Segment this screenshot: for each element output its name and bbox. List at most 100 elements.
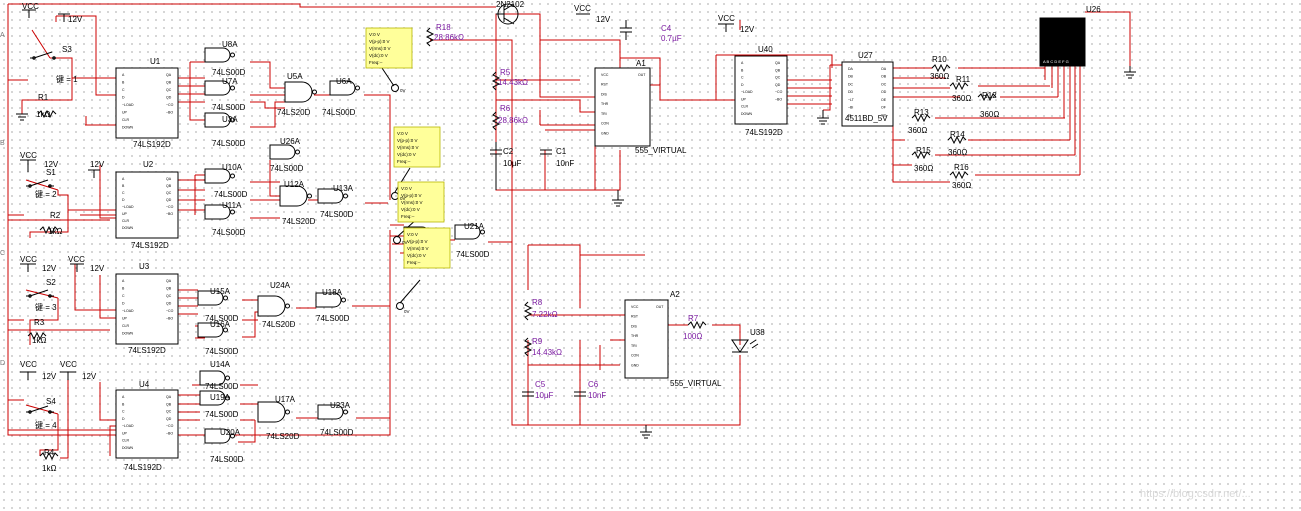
nand-bubble: [230, 52, 235, 58]
label-12v-3: 12V: [42, 264, 57, 273]
nand4-bubble: [312, 89, 317, 95]
label-u3a: U3A: [222, 115, 238, 124]
label-u7a-type: 74LS00D: [212, 103, 246, 112]
sheet-tab-c[interactable]: C: [0, 250, 5, 257]
label-r5: R5: [500, 68, 511, 77]
pin-label: QA: [166, 73, 172, 77]
label-r5-value: 14.43kΩ: [498, 78, 528, 87]
pin-label: ~LOAD: [122, 103, 134, 107]
pin-label: UP: [741, 97, 747, 101]
label-u3-type: 74LS192D: [128, 346, 166, 355]
label-c4: C4: [661, 24, 672, 33]
pin-label: RST: [631, 315, 639, 319]
sheet-tab-d[interactable]: D: [0, 360, 5, 367]
label-r18-value: 28.86kΩ: [434, 33, 464, 42]
nand-bubble: [295, 149, 300, 155]
probe-reading: V(dc):0 V: [407, 253, 426, 258]
label-12v-2: 12V: [44, 160, 59, 169]
probe-reading: V:0 V: [369, 32, 380, 37]
label-vcc-4: VCC: [20, 360, 37, 369]
label-transistor: 2N2102: [496, 0, 525, 9]
pin-label: CLR: [122, 219, 129, 223]
pin-label: QD: [166, 417, 172, 421]
pin-label: QB: [775, 68, 781, 72]
pin-label: DA: [848, 67, 854, 71]
label-r10-value: 360Ω: [930, 72, 950, 81]
label-u5a: U5A: [287, 72, 303, 81]
label-u26a-type: 74LS00D: [270, 164, 304, 173]
label-r15: R15: [916, 146, 931, 155]
pin-label: ~BO: [775, 97, 782, 101]
pin-label: OA: [881, 67, 887, 71]
label-u10a-type: 74LS00D: [214, 190, 248, 199]
probe-reading: V:0 V: [397, 131, 408, 136]
label-u21a: U21A: [464, 222, 485, 231]
label-u3: U3: [139, 262, 150, 271]
label-u3a-type: 74LS00D: [212, 139, 246, 148]
label-12v-4: 12V: [42, 372, 57, 381]
probe-reading: V(rms):0 V: [407, 246, 429, 251]
label-u19a-type: 74LS00D: [205, 410, 239, 419]
label-u4: U4: [139, 380, 150, 389]
probe-reading: V(p-p):0 V: [369, 39, 390, 44]
probe-reading: V(dc):0 V: [401, 207, 420, 212]
label-s3: S3: [62, 45, 72, 54]
sheet-tab-a[interactable]: A: [0, 32, 5, 39]
label-r4-value: 1kΩ: [42, 464, 57, 473]
label-u17a-type: 74LS20D: [266, 432, 300, 441]
pin-label: DOWN: [122, 126, 134, 130]
pin-label: QB: [166, 184, 172, 188]
label-12v-2b: 12V: [90, 160, 105, 169]
label-r7-value: 100Ω: [683, 332, 703, 341]
label-s4: S4: [46, 397, 56, 406]
pin-label: ~LOAD: [122, 309, 134, 313]
label-r4: R4: [44, 448, 55, 457]
nand-bubble: [230, 173, 235, 179]
nand-bubble: [343, 409, 348, 415]
pin-label: ~CO: [166, 424, 174, 428]
nand4-gate: [257, 295, 286, 317]
label-r6: R6: [500, 104, 511, 113]
nand-bubble: [355, 85, 360, 91]
label-vcc-top: VCC: [574, 4, 591, 13]
label-u14a-type: 74LS00D: [205, 382, 239, 391]
pin-label: ~LOAD: [122, 424, 134, 428]
label-s1: S1: [46, 168, 56, 177]
nand-bubble: [225, 375, 230, 381]
label-u12a-type: 74LS20D: [282, 217, 316, 226]
label-r12-value: 360Ω: [980, 110, 1000, 119]
label-vcc-1: VCC: [22, 2, 39, 11]
pin-label: DD: [848, 90, 854, 94]
nand4-bubble: [285, 409, 290, 415]
label-a1-type: 555_VIRTUAL: [635, 146, 687, 155]
label-r14-value: 360Ω: [948, 148, 968, 157]
sheet-tab-b[interactable]: B: [0, 140, 5, 147]
pin-label: CON: [601, 122, 609, 126]
pin-label: DOWN: [122, 226, 134, 230]
pin-label: QD: [166, 302, 172, 306]
probe-reading: V:0 V: [407, 232, 418, 237]
probe-reading: Freq:--: [401, 214, 415, 219]
pin-label: QC: [775, 76, 781, 80]
nand4-gate: [257, 401, 286, 423]
pin-label: QC: [166, 88, 172, 92]
label-r16-value: 360Ω: [952, 181, 972, 190]
pin-label: QC: [166, 410, 172, 414]
label-u8a-type: 74LS00D: [212, 68, 246, 77]
pin-label: ~CO: [166, 103, 174, 107]
label-vcc-3b: VCC: [68, 255, 85, 264]
pin-label: ~CO: [166, 205, 174, 209]
nand-bubble: [341, 297, 346, 303]
circuit-schematic: ABCD~LOADUPCLRDOWNQAQBQCQD~CO~BOABCD~LOA…: [7, 3, 1136, 461]
probe-tag: 0V: [402, 240, 408, 245]
label-vcc-2: VCC: [20, 151, 37, 160]
label-r6-value: 28.86kΩ: [498, 116, 528, 125]
pin-label: CLR: [741, 105, 748, 109]
schematic-canvas[interactable]: A B C D ~LOAD UP CLR DOWN QA QB QC QD ~CO ~BO A B C D ~LOA…: [0, 0, 1301, 511]
pin-label: DB: [848, 75, 854, 79]
label-r11: R11: [956, 75, 971, 84]
watermark: https://blog.csdn.net/...: [1140, 488, 1251, 500]
nand4-gate: [284, 81, 313, 103]
pin-label: OUT: [656, 305, 664, 309]
pin-label: CLR: [122, 324, 129, 328]
